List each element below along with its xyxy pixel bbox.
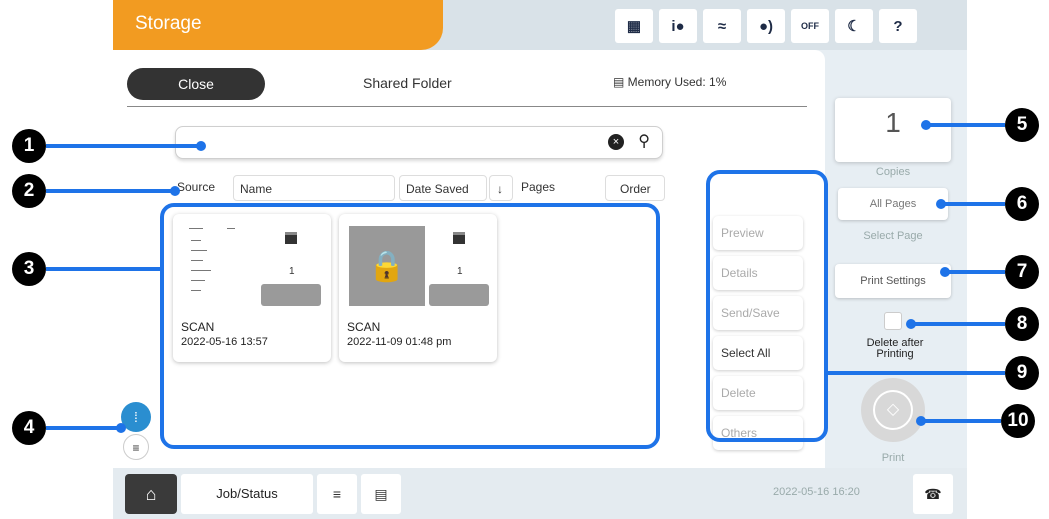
wifi-icon[interactable]: ≈ <box>703 9 741 43</box>
printer-icon[interactable]: ▤ <box>361 474 401 514</box>
sort-date-field[interactable]: Date Saved <box>399 175 487 201</box>
sort-direction-icon[interactable]: ↓ <box>489 175 513 201</box>
order-button[interactable]: Order <box>605 175 665 201</box>
divider <box>127 106 807 107</box>
file-list-highlight <box>160 203 660 449</box>
title-tab: Storage <box>113 0 443 50</box>
callout-5: 5 <box>1005 108 1039 142</box>
action-buttons-highlight <box>706 170 828 442</box>
callout-8: 8 <box>1005 307 1039 341</box>
callout-line <box>944 270 1005 274</box>
callout-dot <box>916 416 926 426</box>
print-label: Print <box>881 452 905 464</box>
delete-after-printing-checkbox[interactable] <box>884 312 902 330</box>
info-icon[interactable]: i● <box>659 9 697 43</box>
select-page-label: Select Page <box>863 230 923 242</box>
home-icon[interactable]: ⌂ <box>125 474 177 514</box>
copies-label: Copies <box>875 166 911 178</box>
callout-line <box>828 371 1005 375</box>
moon-icon[interactable]: ☾ <box>835 9 873 43</box>
close-button[interactable]: Close <box>127 68 265 100</box>
callout-line <box>46 189 174 193</box>
callout-4: 4 <box>12 411 46 445</box>
panel-title: Shared Folder <box>363 75 452 91</box>
callout-line <box>910 322 1005 326</box>
bottom-bar: ⌂ Job/Status ≡ ▤ 2022-05-16 16:20 ☎ <box>113 468 967 519</box>
callout-dot <box>170 186 180 196</box>
callout-line <box>46 426 120 430</box>
ink-icon[interactable]: ▦ <box>615 9 653 43</box>
fax-icon[interactable]: ☎ <box>913 474 953 514</box>
search-input[interactable]: × ⚲ <box>175 126 663 159</box>
sort-name-field[interactable]: Name <box>233 175 395 201</box>
all-pages-button[interactable]: All Pages <box>838 188 948 220</box>
callout-line <box>920 419 1001 423</box>
callout-dot <box>906 319 916 329</box>
sound-icon[interactable]: ●) <box>747 9 785 43</box>
callout-7: 7 <box>1005 255 1039 289</box>
print-button[interactable]: ◇ <box>861 378 925 442</box>
list-view-icon[interactable]: ≡ <box>123 434 149 460</box>
callout-line <box>46 144 200 148</box>
callout-3: 3 <box>12 252 46 286</box>
search-icon[interactable]: ⚲ <box>638 131 650 151</box>
view-toggle: ⁞ ≡ <box>121 402 153 464</box>
delete-after-printing-label: Delete after Printing <box>866 337 924 360</box>
callout-line <box>925 123 1005 127</box>
help-icon[interactable]: ? <box>879 9 917 43</box>
clear-icon[interactable]: × <box>608 134 624 150</box>
callout-line <box>46 267 164 271</box>
callout-1: 1 <box>12 129 46 163</box>
callout-10: 10 <box>1001 404 1035 438</box>
quiet-off-icon[interactable]: OFF <box>791 9 829 43</box>
datetime: 2022-05-16 16:20 <box>773 486 860 498</box>
callout-9: 9 <box>1005 356 1039 390</box>
callout-line <box>940 202 1005 206</box>
sort-pages-label: Pages <box>521 180 556 194</box>
job-status-button[interactable]: Job/Status <box>181 474 313 514</box>
screen-title: Storage <box>135 13 202 34</box>
memory-used: ▤ Memory Used: 1% <box>613 75 727 89</box>
status-icons: ▦ i● ≈ ●) OFF ☾ ? <box>615 9 959 43</box>
quiet-off-label: OFF <box>801 20 819 31</box>
callout-dot <box>196 141 206 151</box>
start-icon: ◇ <box>873 390 913 430</box>
stop-job-icon[interactable]: ≡ <box>317 474 357 514</box>
callout-6: 6 <box>1005 187 1039 221</box>
callout-dot <box>116 423 126 433</box>
copies-input[interactable]: 1 <box>835 98 951 162</box>
memory-used-label: Memory Used: 1% <box>627 75 727 89</box>
callout-dot <box>936 199 946 209</box>
top-bar: Storage ▦ i● ≈ ●) OFF ☾ ? <box>113 0 967 50</box>
callout-dot <box>940 267 950 277</box>
source-label: Source <box>177 180 216 194</box>
sort-bar: Source Name Date Saved ↓ Pages Order <box>177 174 667 202</box>
print-settings-button[interactable]: Print Settings <box>835 264 951 298</box>
callout-dot <box>921 120 931 130</box>
callout-2: 2 <box>12 174 46 208</box>
